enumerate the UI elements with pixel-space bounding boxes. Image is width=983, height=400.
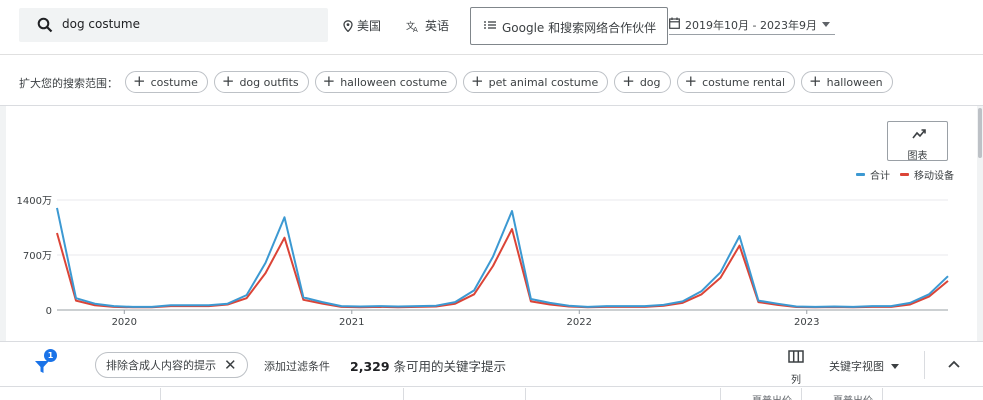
series-line-total: [56, 207, 949, 308]
chip-label: costume rental: [702, 75, 786, 89]
plus-icon: +: [622, 72, 635, 90]
column-divider: [801, 388, 802, 400]
keyword-count-number: 2,329: [350, 359, 390, 374]
column-divider: [160, 388, 161, 400]
columns-icon: [788, 350, 804, 363]
top-bar: dog costume 美国 文 A 英语 Google 和搜索网络合作伙伴 2…: [0, 0, 983, 55]
broaden-chip[interactable]: + halloween: [801, 71, 893, 93]
svg-text:A: A: [413, 26, 418, 32]
broaden-label: 扩大您的搜索范围：: [19, 77, 118, 90]
broaden-chip[interactable]: + halloween costume: [314, 71, 458, 93]
view-label: 关键字视图: [829, 360, 884, 373]
calendar-icon: [669, 17, 680, 29]
network-icon: [484, 21, 496, 29]
keyword-planner-app: dog costume 美国 文 A 英语 Google 和搜索网络合作伙伴 2…: [0, 0, 983, 400]
plus-icon: +: [684, 72, 698, 90]
location-pin-icon: [343, 19, 353, 32]
keyword-view-dropdown[interactable]: 关键字视图: [829, 358, 899, 374]
y-tick-label: 700万: [23, 251, 52, 262]
column-divider: [525, 388, 526, 400]
legend-swatch: [856, 173, 865, 176]
broaden-chip[interactable]: + costume: [125, 71, 208, 93]
chevron-up-icon[interactable]: [947, 357, 961, 371]
chip-label: dog outfits: [239, 75, 299, 89]
plus-icon: +: [809, 72, 822, 90]
trending-line-icon: [912, 129, 926, 139]
network-label: Google 和搜索网络合作伙伴: [502, 21, 657, 35]
chip-label: halloween costume: [340, 75, 448, 89]
translate-icon: 文 A: [406, 20, 418, 32]
scrollbar-thumb[interactable]: [978, 108, 982, 158]
columns-button[interactable]: 列: [780, 348, 812, 386]
language-label: 英语: [425, 19, 450, 33]
filter-bar: 1 排除含成人内容的提示 ✕ 添加过滤条件 2,329 条可用的关键字提示 列 …: [0, 341, 983, 387]
chip-label: halloween: [826, 75, 883, 89]
broaden-chip[interactable]: + pet animal costume: [463, 71, 609, 93]
chip-label: pet animal costume: [488, 75, 599, 89]
filter-chip-label: 排除含成人内容的提示: [106, 359, 216, 372]
x-tick-label: 2020: [112, 317, 137, 328]
close-icon[interactable]: ✕: [224, 357, 237, 373]
column-divider: [403, 388, 404, 400]
legend-swatch: [900, 173, 909, 176]
plus-icon: +: [221, 72, 235, 90]
divider: [924, 351, 925, 379]
chip-label: costume: [150, 75, 198, 89]
plus-icon: +: [322, 72, 336, 90]
x-tick-label: 2021: [339, 317, 364, 328]
column-header[interactable]: 夏普出价: [833, 392, 873, 400]
location-selector[interactable]: 美国: [343, 17, 381, 34]
y-tick-label: 1400万: [17, 196, 52, 207]
plus-icon: +: [133, 72, 146, 90]
x-tick-label: 2023: [794, 317, 819, 328]
search-query: dog costume: [62, 17, 140, 31]
date-range-selector[interactable]: 2019年10月 - 2023年9月: [669, 8, 835, 35]
series-line-mobile: [56, 228, 949, 309]
broaden-chip[interactable]: + costume rental: [676, 71, 796, 93]
language-selector[interactable]: 文 A 英语: [406, 17, 449, 34]
columns-label: 列: [791, 375, 801, 386]
filter-count-badge: 1: [44, 349, 57, 362]
chevron-down-icon: [891, 363, 899, 369]
keyword-count: 2,329 条可用的关键字提示: [350, 356, 506, 375]
chip-label: dog: [639, 75, 661, 89]
chart-toggle-button[interactable]: 图表: [887, 121, 948, 162]
broaden-chip[interactable]: + dog outfits: [213, 71, 309, 93]
column-header[interactable]: 夏普出价: [752, 392, 792, 400]
chart-toggle-label: 图表: [907, 151, 928, 162]
search-volume-chart: 1400万 700万 0 2020 2021 2022 2023: [17, 196, 949, 328]
broaden-chip[interactable]: + dog: [614, 71, 671, 93]
plus-icon: +: [471, 72, 484, 90]
keyword-count-suffix: 条可用的关键字提示: [393, 359, 507, 374]
add-filter-button[interactable]: 添加过滤条件: [264, 358, 330, 374]
column-divider: [720, 388, 721, 400]
broaden-chip-list: + costume + dog outfits + halloween costume…: [125, 71, 893, 93]
x-tick-label: 2022: [567, 317, 592, 328]
chevron-down-icon: [822, 22, 830, 27]
column-divider: [882, 388, 883, 400]
network-selector[interactable]: Google 和搜索网络合作伙伴: [470, 7, 668, 45]
location-label: 美国: [357, 19, 382, 33]
adult-content-filter-chip[interactable]: 排除含成人内容的提示 ✕: [95, 352, 248, 378]
search-icon: [37, 17, 53, 33]
keyword-table-header: 夏普出价 夏普出价: [0, 388, 983, 400]
broaden-search-bar: 扩大您的搜索范围： + costume + dog outfits + hallowe…: [0, 55, 983, 106]
y-tick-label: 0: [46, 306, 52, 317]
date-range-label: 2019年10月 - 2023年9月: [685, 19, 817, 32]
search-input[interactable]: dog costume: [19, 8, 328, 42]
